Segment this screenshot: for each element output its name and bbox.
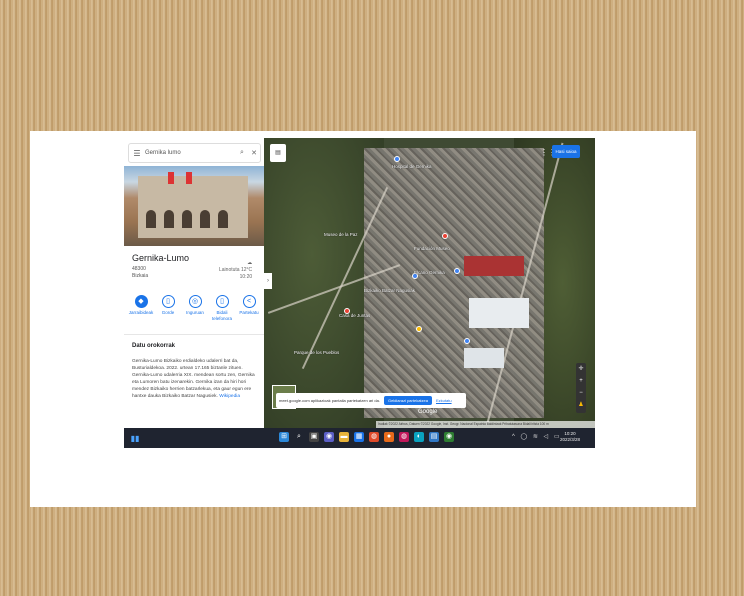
app-icon[interactable]: ◍ [369,432,379,442]
map-pin[interactable] [454,268,460,274]
bookmark-icon: ▯ [161,295,175,308]
zoom-in-button[interactable]: + [576,375,586,387]
red-roof-building [464,256,524,276]
map-pin[interactable] [416,326,422,332]
sign-in-button[interactable]: Hasi saioa [552,145,580,158]
map-label: Fundación Museo [414,246,450,251]
map-pin[interactable] [394,156,400,162]
search-icon[interactable]: ⌕ [236,149,248,157]
building-shape [138,176,248,238]
search-box[interactable]: ☰ Gernika lumo ⌕ ✕ [128,143,261,163]
place-panel: ☰ Gernika lumo ⌕ ✕ Gernika-Lumo 48300 Bi… [124,138,264,428]
system-tray[interactable]: ^ ◯ ≋ ◁ ▭ [512,433,562,440]
map-pin[interactable] [464,338,470,344]
industrial-building [464,348,504,368]
search-input[interactable]: Gernika lumo [145,150,236,156]
file-explorer-icon[interactable]: ▬ [339,432,349,442]
map-pin[interactable] [442,233,448,239]
screen: ☰ Gernika lumo ⌕ ✕ Gernika-Lumo 48300 Bi… [124,138,595,448]
map-label: Casa de Juntas [339,313,371,318]
postal-code: 48300 [132,266,146,272]
satellite-map[interactable]: Hospital de Gernika Museo de la Paz Fund… [264,138,595,428]
directions-icon: ◆ [134,295,148,308]
divider [124,334,264,335]
map-label: Elcano Gernika [414,270,445,275]
action-label: Inguruan [186,310,204,315]
place-name: Gernika-Lumo [132,253,190,263]
send-to-phone-button[interactable]: ▯ Bidali telefonora [209,295,235,322]
zoom-control: ✛ + − ♟ [576,363,586,413]
action-label: Partekatu [239,310,259,315]
weather-label: Lainotuta [219,267,240,273]
share-notice-text: meet.google.com aplikazioak pantaila par… [279,398,380,403]
arch-shape [200,210,210,228]
edge-icon[interactable]: ◐ [414,432,424,442]
directions-button[interactable]: ◆ Jarraibideak [128,295,154,322]
chrome-icon[interactable]: ◉ [444,432,454,442]
info-text: Gernika-Lumo Bizkaiko erdialdeko udalerr… [132,359,255,399]
taskbar: ▮▮ ⊞ ⌕ ▣ ◉ ▬ ▦ ◍ ● ◍ ◐ ▤ ◉ ^ ◯ ≋ ◁ ▭ 10:… [124,428,595,448]
pegman-icon[interactable]: ♟ [576,399,586,411]
temperature: 12°C [240,267,253,273]
info-heading: Datu orokorrak [132,343,176,349]
app-icon[interactable]: ▤ [429,432,439,442]
google-logo: Google [418,409,438,415]
zoom-out-button[interactable]: − [576,387,586,399]
chat-icon[interactable]: ◉ [324,432,334,442]
taskview-icon[interactable]: ▣ [309,432,319,442]
map-label: Museo de la Paz [324,232,358,237]
action-label: Gorde [161,310,175,315]
share-icon: < [242,295,256,308]
action-row: ◆ Jarraibideak ▯ Gorde ◎ Inguruan ▯ Bida… [128,295,262,322]
local-time: 10:20 [239,274,253,280]
province: Bizkaia [132,273,149,279]
arch-shape [218,210,228,228]
stop-sharing-button[interactable]: Geldiarazi partekatzea [383,396,432,405]
place-address: 48300 Bizkaia [132,266,148,280]
task-view-icon[interactable]: ▮▮ [128,434,142,443]
windows-start-icon[interactable]: ⊞ [279,432,289,442]
save-button[interactable]: ▯ Gorde [155,295,181,322]
arch-shape [146,210,156,228]
nearby-icon: ◎ [188,295,202,308]
close-icon[interactable]: ✕ [248,149,260,157]
hamburger-icon[interactable]: ☰ [129,149,145,158]
place-photo[interactable] [124,166,264,246]
action-label: Bidali telefonora [211,310,232,321]
cloud-icon: ☁ [247,260,253,266]
map-attribution: Irudiak ©2022 Airbus, Datuen ©2022 Googl… [376,421,595,428]
info-body: Gernika-Lumo Bizkaiko erdialdeko udalerr… [132,358,258,400]
nearby-button[interactable]: ◎ Inguruan [182,295,208,322]
store-icon[interactable]: ▦ [354,432,364,442]
action-label: Jarraibideak [128,310,154,315]
industrial-building [469,298,529,328]
clock-date: 2022/3/28 [560,437,581,442]
taskbar-apps: ⊞ ⌕ ▣ ◉ ▬ ▦ ◍ ● ◍ ◐ ▤ ◉ [279,432,454,442]
firefox-icon[interactable]: ● [384,432,394,442]
app-icon[interactable]: ◍ [399,432,409,442]
map-label: Parque de los Pueblos [294,350,340,355]
screen-share-notice: meet.google.com aplikazioak pantaila par… [276,393,466,408]
search-icon[interactable]: ⌕ [294,432,304,442]
map-label: Bizkaiko Batzar Nagusiak [364,288,416,293]
flag-shape [168,172,174,184]
hide-button[interactable]: Ezkutatu [436,398,452,403]
layers-button[interactable]: ▤ [270,144,286,162]
town-area [364,148,544,418]
compass-icon[interactable]: ✛ [576,363,586,375]
weather: ☁ Lainotuta 12°C 10:20 [219,260,252,281]
share-button[interactable]: < Partekatu [236,295,262,322]
arch-shape [182,210,192,228]
arch-shape [164,210,174,228]
chevron-right-icon: › [267,278,269,284]
clock[interactable]: 10:20 2022/3/28 [560,431,580,443]
phone-icon: ▯ [215,295,229,308]
collapse-panel-button[interactable]: › [264,273,272,289]
wikipedia-link[interactable]: Wikipedia [219,394,240,399]
map-label: Hospital de Gernika [392,164,432,169]
layers-icon: ▤ [275,150,281,156]
flag-shape [186,172,192,184]
